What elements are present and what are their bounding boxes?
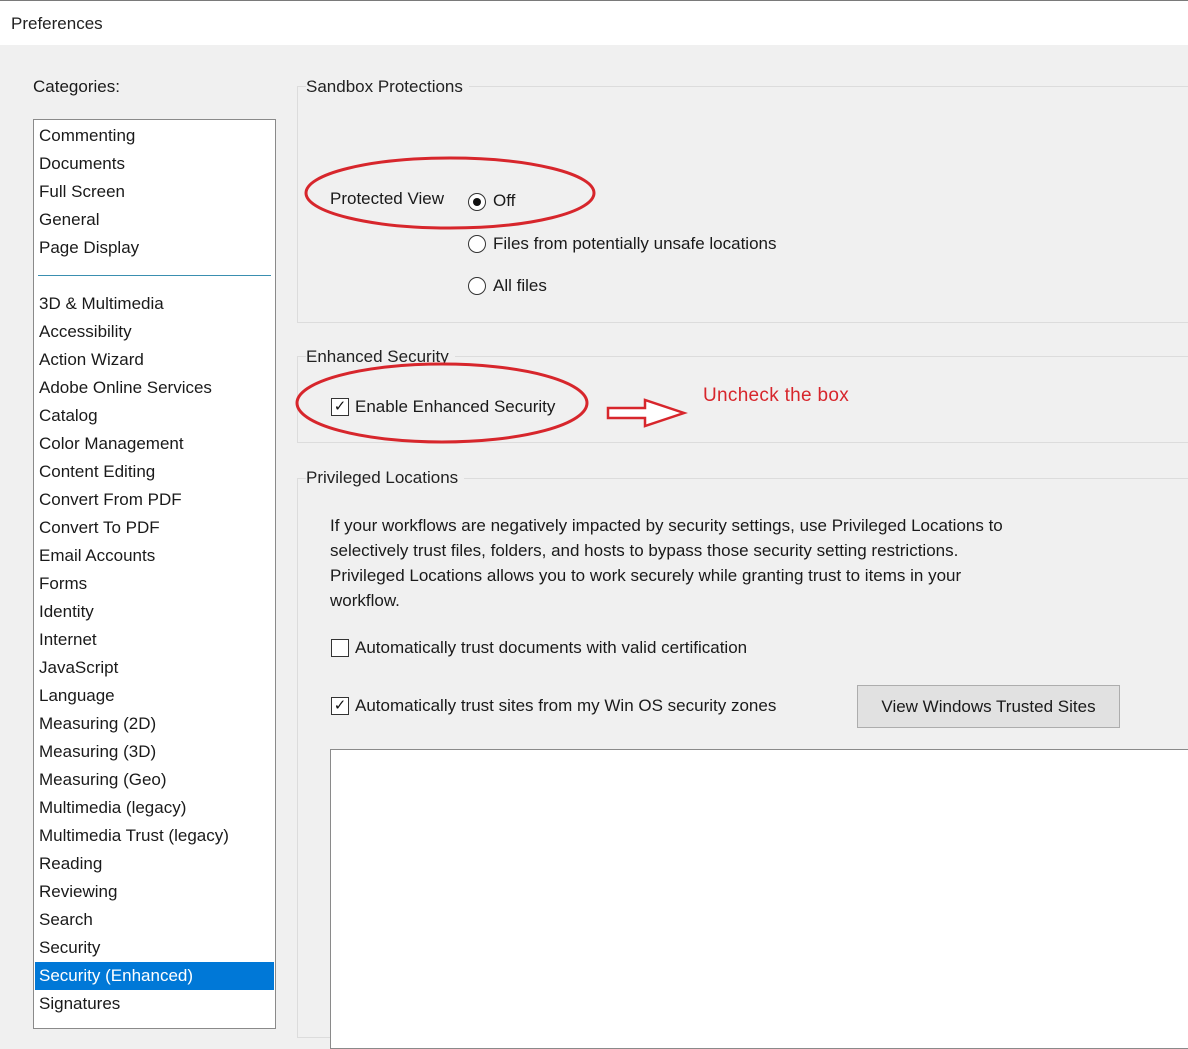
- title-bar: Preferences: [0, 0, 1188, 45]
- category-convert-from-pdf[interactable]: Convert From PDF: [35, 486, 274, 514]
- enhanced-security-title: Enhanced Security: [306, 347, 455, 367]
- category-action-wizard[interactable]: Action Wizard: [35, 346, 274, 374]
- trust-certified-docs-checkbox[interactable]: [331, 639, 349, 657]
- trust-win-os-sites-checkbox[interactable]: ✓: [331, 697, 349, 715]
- category-internet[interactable]: Internet: [35, 626, 274, 654]
- description-line: If your workflows are negatively impacte…: [330, 516, 1003, 535]
- checkmark-icon: ✓: [333, 697, 347, 714]
- protected-view-off-radio[interactable]: [468, 193, 486, 211]
- enable-enhanced-security-label[interactable]: Enable Enhanced Security: [355, 397, 555, 417]
- category-security[interactable]: Security: [35, 934, 274, 962]
- category-measuring-2d[interactable]: Measuring (2D): [35, 710, 274, 738]
- protected-view-off-label[interactable]: Off: [493, 191, 515, 211]
- category-catalog[interactable]: Catalog: [35, 402, 274, 430]
- privileged-locations-description: If your workflows are negatively impacte…: [330, 513, 1050, 613]
- category-color-management[interactable]: Color Management: [35, 430, 274, 458]
- category-search[interactable]: Search: [35, 906, 274, 934]
- enable-enhanced-security-checkbox[interactable]: ✓: [331, 398, 349, 416]
- description-line: workflow.: [330, 591, 400, 610]
- category-reviewing[interactable]: Reviewing: [35, 878, 274, 906]
- protected-view-all-label[interactable]: All files: [493, 276, 547, 296]
- trust-certified-docs-label[interactable]: Automatically trust documents with valid…: [355, 638, 747, 658]
- category-content-editing[interactable]: Content Editing: [35, 458, 274, 486]
- trust-win-os-sites-label[interactable]: Automatically trust sites from my Win OS…: [355, 696, 776, 716]
- category-3d-multimedia[interactable]: 3D & Multimedia: [35, 290, 274, 318]
- category-signatures[interactable]: Signatures: [35, 990, 274, 1018]
- category-measuring-3d[interactable]: Measuring (3D): [35, 738, 274, 766]
- categories-list[interactable]: Commenting Documents Full Screen General…: [33, 119, 276, 1029]
- privileged-locations-list[interactable]: [330, 749, 1188, 1049]
- category-reading[interactable]: Reading: [35, 850, 274, 878]
- category-email-accounts[interactable]: Email Accounts: [35, 542, 274, 570]
- categories-label: Categories:: [33, 77, 120, 96]
- category-page-display[interactable]: Page Display: [35, 234, 274, 262]
- description-line: Privileged Locations allows you to work …: [330, 566, 962, 585]
- category-general[interactable]: General: [35, 206, 274, 234]
- category-identity[interactable]: Identity: [35, 598, 274, 626]
- category-language[interactable]: Language: [35, 682, 274, 710]
- description-line: selectively trust files, folders, and ho…: [330, 541, 959, 560]
- sandbox-protections-title: Sandbox Protections: [306, 77, 469, 97]
- protected-view-label: Protected View: [330, 189, 445, 208]
- uncheck-annotation: Uncheck the box: [703, 385, 850, 406]
- protected-view-all-radio[interactable]: [468, 277, 486, 295]
- checkmark-icon: ✓: [333, 398, 347, 415]
- category-multimedia-trust-legacy[interactable]: Multimedia Trust (legacy): [35, 822, 274, 850]
- category-measuring-geo[interactable]: Measuring (Geo): [35, 766, 274, 794]
- privileged-locations-title: Privileged Locations: [306, 468, 465, 488]
- category-separator: [38, 275, 271, 276]
- view-windows-trusted-sites-button[interactable]: View Windows Trusted Sites: [857, 685, 1120, 728]
- category-javascript[interactable]: JavaScript: [35, 654, 274, 682]
- protected-view-unsafe-label[interactable]: Files from potentially unsafe locations: [493, 234, 776, 254]
- category-security-enhanced[interactable]: Security (Enhanced): [35, 962, 274, 990]
- category-adobe-online-services[interactable]: Adobe Online Services: [35, 374, 274, 402]
- category-documents[interactable]: Documents: [35, 150, 274, 178]
- category-full-screen[interactable]: Full Screen: [35, 178, 274, 206]
- category-multimedia-legacy[interactable]: Multimedia (legacy): [35, 794, 274, 822]
- category-convert-to-pdf[interactable]: Convert To PDF: [35, 514, 274, 542]
- window-title: Preferences: [11, 14, 103, 33]
- protected-view-unsafe-radio[interactable]: [468, 235, 486, 253]
- category-commenting[interactable]: Commenting: [35, 122, 274, 150]
- category-accessibility[interactable]: Accessibility: [35, 318, 274, 346]
- category-forms[interactable]: Forms: [35, 570, 274, 598]
